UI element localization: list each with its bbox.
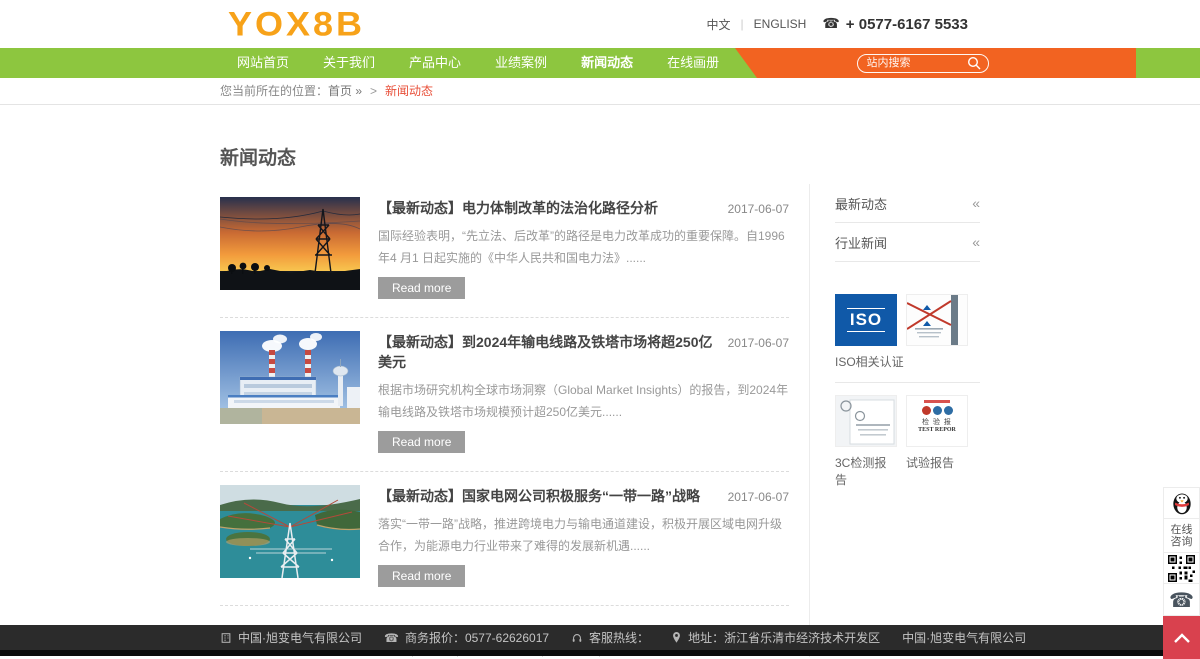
- qr-code-button[interactable]: [1163, 552, 1200, 583]
- read-more-button[interactable]: Read more: [378, 431, 465, 453]
- certificates-panel: ISO: [835, 294, 980, 488]
- search-input[interactable]: [865, 56, 967, 70]
- iso-logo-text: ISO: [847, 308, 885, 332]
- news-excerpt: 根据市场研究机构全球市场洞察（Global Market Insights）的报…: [378, 379, 789, 423]
- news-excerpt: 落实“一带一路”战略，推进跨境电力与输电通道建设，积极开展区域电网升级合作，为能…: [378, 513, 789, 557]
- consult-label-line1: 在线: [1171, 524, 1193, 536]
- news-date: 2017-06-07: [728, 202, 789, 216]
- news-item: 【最新动态】电力体制改革的法治化路径分析 2017-06-07 国际经验表明，“…: [220, 184, 789, 318]
- footer-bottom-strip: [0, 650, 1200, 656]
- iso-logo-image[interactable]: ISO: [835, 294, 897, 346]
- footer-company: 中国·旭变电气有限公司: [220, 629, 362, 646]
- search-icon[interactable]: [967, 56, 981, 70]
- read-more-button[interactable]: Read more: [378, 277, 465, 299]
- lang-english-link[interactable]: ENGLISH: [754, 17, 807, 31]
- news-item: 【最新动态】到2024年输电线路及铁塔市场将超250亿美元 2017-06-07…: [220, 318, 789, 472]
- qr-code-icon: [1168, 555, 1195, 582]
- page-content: 新闻动态: [220, 105, 980, 657]
- site-search: [857, 54, 989, 73]
- breadcrumb: 您当前所在的位置：首页 » > 新闻动态: [220, 78, 980, 105]
- consult-label-line2: 咨询: [1171, 536, 1193, 548]
- header-phone-number: + 0577-6167 5533: [846, 16, 968, 33]
- footer-quote: ☎ 商务报价：0577-62626017: [384, 629, 549, 646]
- report-title-en: TEST REPOR: [918, 427, 956, 433]
- footer-address: 地址：浙江省乐清市经济技术开发区: [671, 629, 880, 646]
- footer-company-2: 中国·旭变电气有限公司: [902, 629, 1026, 646]
- report-stamp-icons: [922, 406, 953, 415]
- floating-contact-widget: 在线 咨询 ☎: [1163, 487, 1200, 659]
- headset-icon: [571, 632, 583, 644]
- iso-certificate-image[interactable]: [906, 294, 968, 346]
- lang-chinese-link[interactable]: 中文: [707, 16, 731, 33]
- phone-icon: ☎: [384, 631, 399, 645]
- header-phone: ☎ + 0577-6167 5533: [822, 16, 968, 33]
- news-title[interactable]: 【最新动态】电力体制改革的法治化路径分析: [378, 198, 658, 218]
- news-title[interactable]: 【最新动态】国家电网公司积极服务“一带一路”战略: [378, 486, 700, 506]
- breadcrumb-separator: >: [370, 84, 377, 98]
- phone-icon: ☎: [822, 16, 839, 32]
- breadcrumb-current[interactable]: 新闻动态: [385, 84, 433, 98]
- qq-penguin-icon: [1169, 490, 1195, 516]
- certificate-label[interactable]: 试验报告: [906, 454, 968, 488]
- double-chevron-left-icon: «: [972, 234, 980, 250]
- nav-item-about[interactable]: 关于我们: [306, 48, 392, 78]
- breadcrumb-prefix: 您当前所在的位置：: [220, 84, 328, 98]
- hotline-button[interactable]: ☎: [1163, 583, 1200, 616]
- report-header-bar: [924, 400, 950, 403]
- lang-divider: |: [741, 17, 744, 31]
- news-title[interactable]: 【最新动态】到2024年输电线路及铁塔市场将超250亿美元: [378, 332, 718, 372]
- online-consult-button[interactable]: 在线 咨询: [1163, 518, 1200, 552]
- page-title: 新闻动态: [220, 143, 980, 170]
- news-list: 【最新动态】电力体制改革的法治化路径分析 2017-06-07 国际经验表明，“…: [220, 184, 810, 657]
- double-chevron-left-icon: «: [972, 195, 980, 211]
- site-header: YOX8B 中文 | ENGLISH ☎ + 0577-6167 5533: [0, 0, 1200, 48]
- report-title-cn: 检 验 报: [922, 417, 952, 427]
- nav-item-album[interactable]: 在线画册: [650, 48, 736, 78]
- back-to-top-button[interactable]: [1163, 616, 1200, 659]
- location-pin-icon: [671, 631, 682, 644]
- sidebar-item-industry-news[interactable]: 行业新闻 «: [835, 223, 980, 262]
- chevron-up-icon: [1173, 632, 1191, 644]
- news-date: 2017-06-07: [728, 490, 789, 504]
- news-thumbnail-sunset-towers[interactable]: [220, 197, 360, 290]
- main-nav: 网站首页 关于我们 产品中心 业绩案例 新闻动态 在线画册 联系我们: [0, 48, 1200, 78]
- news-date: 2017-06-07: [728, 336, 789, 350]
- breadcrumb-home-link[interactable]: 首页 »: [328, 84, 362, 98]
- nav-item-home[interactable]: 网站首页: [220, 48, 306, 78]
- test-report-image[interactable]: 检 验 报 TEST REPOR: [906, 395, 968, 447]
- building-icon: [220, 632, 232, 644]
- news-thumbnail-islands-transmission[interactable]: [220, 485, 360, 578]
- sidebar-category-label: 行业新闻: [835, 233, 887, 252]
- footer-hotline: 客服热线：: [571, 629, 649, 646]
- news-excerpt: 国际经验表明，“先立法、后改革”的路径是电力改革成功的重要保障。自1996 年4…: [378, 225, 789, 269]
- telephone-icon: ☎: [1169, 590, 1194, 610]
- news-item: 【最新动态】国家电网公司积极服务“一带一路”战略 2017-06-07 落实“一…: [220, 472, 789, 606]
- nav-search-band: [735, 48, 1136, 78]
- news-sidebar: 最新动态 « 行业新闻 « ISO: [810, 184, 980, 657]
- breadcrumb-bar: 您当前所在的位置：首页 » > 新闻动态: [0, 78, 1200, 105]
- sidebar-category-label: 最新动态: [835, 194, 887, 213]
- header-utility: 中文 | ENGLISH ☎ + 0577-6167 5533: [707, 16, 980, 33]
- news-thumbnail-power-plant[interactable]: [220, 331, 360, 424]
- certificate-label[interactable]: 3C检测报告: [835, 454, 897, 488]
- site-logo[interactable]: YOX8B: [220, 1, 365, 47]
- certificate-label[interactable]: ISO相关认证: [835, 353, 980, 370]
- site-footer: 中国·旭变电气有限公司 ☎ 商务报价：0577-62626017 客服热线：: [0, 625, 1200, 656]
- nav-item-news[interactable]: 新闻动态: [564, 48, 650, 78]
- ccc-report-image[interactable]: [835, 395, 897, 447]
- nav-item-products[interactable]: 产品中心: [392, 48, 478, 78]
- qq-chat-button[interactable]: [1163, 487, 1200, 518]
- sidebar-item-latest-news[interactable]: 最新动态 «: [835, 184, 980, 223]
- nav-item-cases[interactable]: 业绩案例: [478, 48, 564, 78]
- read-more-button[interactable]: Read more: [378, 565, 465, 587]
